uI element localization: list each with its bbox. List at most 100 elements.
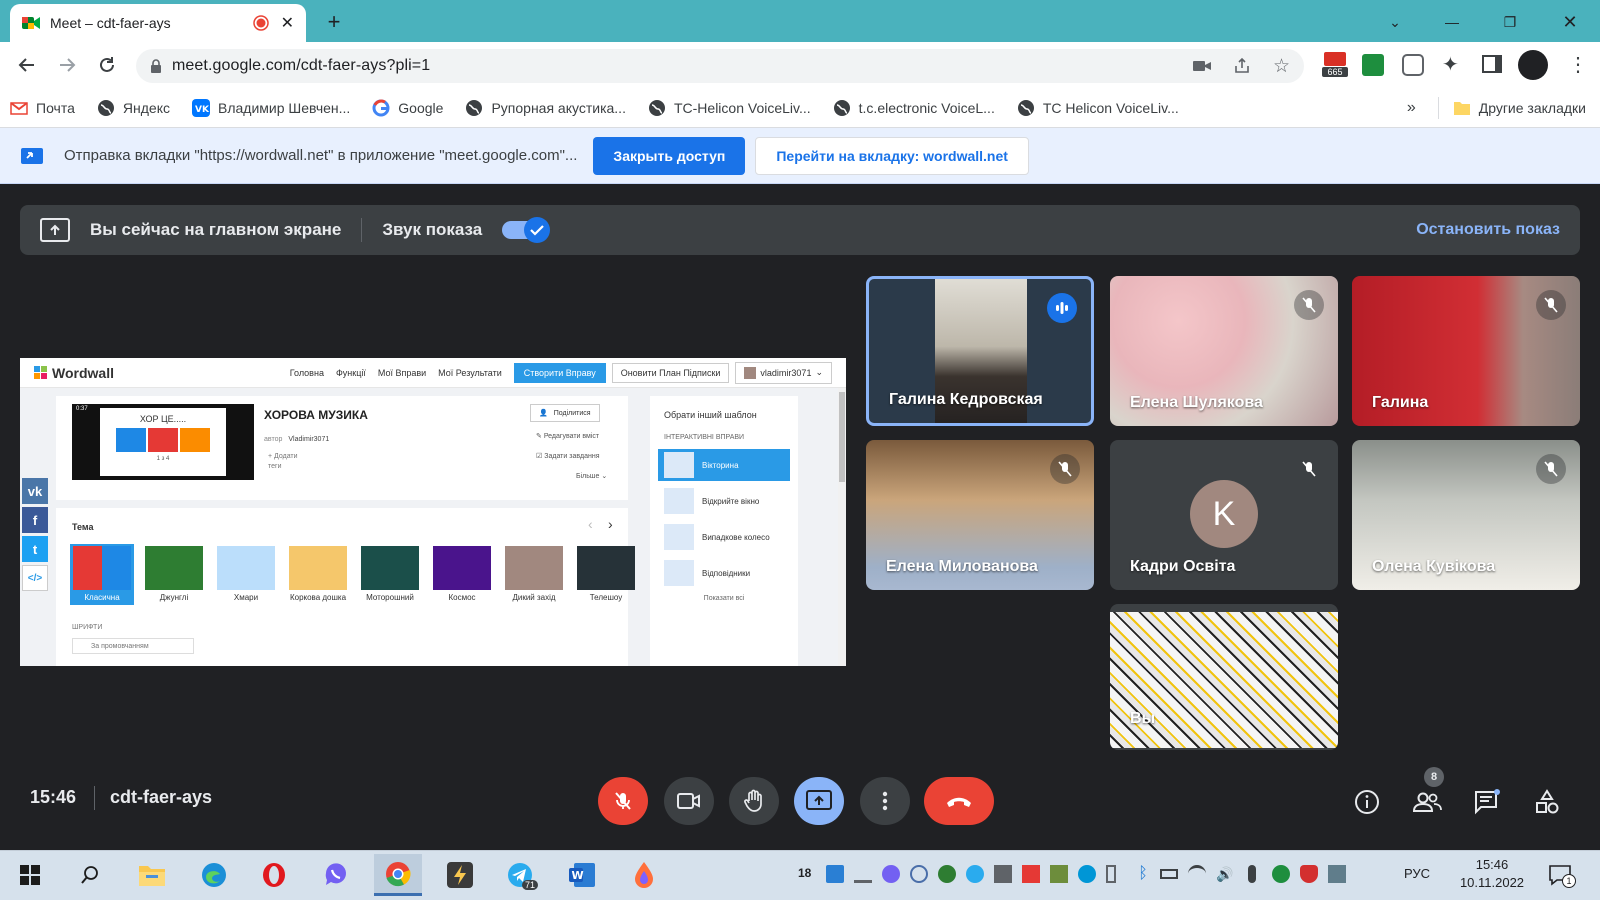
leave-call-button[interactable] bbox=[924, 777, 994, 825]
tray-mic-icon[interactable] bbox=[1248, 865, 1256, 883]
bookmark-vk[interactable]: VK Владимир Шевчен... bbox=[191, 98, 350, 117]
ww-user-menu[interactable]: vladimir3071 ⌄ bbox=[735, 361, 832, 384]
word-icon[interactable]: W bbox=[558, 854, 606, 896]
extensions-puzzle-icon[interactable]: ✦ bbox=[1442, 52, 1459, 77]
tray-vpn-icon[interactable] bbox=[1272, 865, 1290, 883]
embed-code-icon[interactable]: </> bbox=[22, 565, 48, 591]
stop-presenting-button[interactable]: Остановить показ bbox=[1416, 221, 1560, 239]
forward-icon[interactable] bbox=[56, 54, 78, 76]
template-matchup[interactable]: Відповідники bbox=[658, 557, 790, 589]
share-page-icon[interactable] bbox=[1233, 57, 1251, 75]
theme-space[interactable]: Космос bbox=[430, 546, 494, 602]
minimize-button[interactable]: — bbox=[1432, 8, 1472, 36]
add-tags-link[interactable]: + Додати теги bbox=[268, 452, 298, 472]
file-explorer-icon[interactable] bbox=[128, 854, 176, 896]
tray-chart-icon[interactable] bbox=[1050, 865, 1068, 883]
theme-spooky[interactable]: Моторошний bbox=[358, 546, 422, 602]
tray-app-icon[interactable] bbox=[826, 865, 844, 883]
bookmarks-overflow-button[interactable]: » bbox=[1407, 99, 1416, 117]
share-activity-button[interactable]: 👤 Поділитися bbox=[530, 404, 600, 422]
twitter-share-icon[interactable]: t bbox=[22, 536, 48, 562]
tray-usb-icon[interactable] bbox=[1106, 865, 1116, 883]
ww-nav-home[interactable]: Головна bbox=[290, 368, 324, 378]
edge-icon[interactable] bbox=[190, 854, 238, 896]
bookmark-yandex[interactable]: Яндекс bbox=[97, 99, 170, 117]
tray-calendar-badge[interactable]: 18 bbox=[798, 866, 811, 880]
notifications-icon[interactable]: 1 bbox=[1548, 864, 1576, 888]
tray-shield-icon[interactable] bbox=[1300, 865, 1318, 883]
ww-nav-my-activities[interactable]: Мої Вправи bbox=[378, 368, 426, 378]
tray-bluetooth-icon[interactable]: ᛒ bbox=[1134, 865, 1152, 883]
template-open-box[interactable]: Відкрийте вікно bbox=[658, 485, 790, 517]
ww-upgrade-button[interactable]: Оновити План Підписки bbox=[611, 362, 730, 383]
bookmark-tc-electronic[interactable]: t.c.electronic VoiceL... bbox=[833, 99, 995, 117]
more-options-button[interactable] bbox=[860, 777, 910, 825]
tray-battery-icon[interactable] bbox=[1160, 869, 1178, 879]
tray-network-share-icon[interactable] bbox=[854, 865, 872, 883]
ww-nav-features[interactable]: Функції bbox=[336, 368, 366, 378]
bookmark-horn-acoustics[interactable]: Рупорная акустика... bbox=[465, 99, 626, 117]
theme-next-icon[interactable]: › bbox=[608, 516, 613, 532]
goto-shared-tab-button[interactable]: Перейти на вкладку: wordwall.net bbox=[755, 136, 1029, 175]
tray-display-icon[interactable] bbox=[994, 865, 1012, 883]
bookmark-tc-helicon-1[interactable]: TC-Helicon VoiceLiv... bbox=[648, 99, 811, 117]
tab-meet[interactable]: Meet – cdt-faer-ays ✕ bbox=[10, 4, 306, 42]
lock-icon[interactable] bbox=[150, 59, 162, 73]
extension-counter-icon[interactable]: 665 bbox=[1322, 52, 1348, 82]
vk-share-icon[interactable]: vk bbox=[22, 478, 48, 504]
facebook-share-icon[interactable]: f bbox=[22, 507, 48, 533]
tray-wifi-icon[interactable] bbox=[1188, 865, 1206, 883]
edit-content-link[interactable]: ✎ Редагувати вміст bbox=[536, 432, 599, 440]
present-screen-button[interactable] bbox=[794, 777, 844, 825]
system-clock[interactable]: 15:46 10.11.2022 bbox=[1452, 856, 1532, 892]
bookmark-tc-helicon-2[interactable]: TC Helicon VoiceLiv... bbox=[1017, 99, 1179, 117]
meeting-info-button[interactable] bbox=[1350, 785, 1384, 819]
address-bar[interactable]: meet.google.com/cdt-faer-ays?pli=1 ☆ bbox=[136, 49, 1304, 83]
tray-hp-icon[interactable] bbox=[1078, 865, 1096, 883]
theme-clouds[interactable]: Хмари bbox=[214, 546, 278, 602]
activities-button[interactable] bbox=[1530, 785, 1564, 819]
side-panel-icon[interactable] bbox=[1482, 55, 1502, 73]
menu-kebab-icon[interactable]: ⋮ bbox=[1568, 52, 1588, 77]
bookmark-mail[interactable]: Почта bbox=[10, 100, 75, 116]
toggle-mic-button[interactable] bbox=[598, 777, 648, 825]
theme-jungle[interactable]: Джунглі bbox=[142, 546, 206, 602]
tray-antivirus-icon[interactable] bbox=[938, 865, 956, 883]
self-view-tile[interactable]: Вы bbox=[1110, 604, 1338, 750]
camera-in-use-icon[interactable] bbox=[1192, 59, 1211, 73]
show-all-templates-link[interactable]: Показати всі bbox=[650, 595, 798, 602]
toggle-camera-button[interactable] bbox=[664, 777, 714, 825]
shared-scrollbar[interactable] bbox=[838, 388, 846, 666]
tray-telegram-icon[interactable] bbox=[966, 865, 984, 883]
people-button[interactable]: 8 bbox=[1410, 767, 1444, 819]
other-bookmarks[interactable]: Другие закладки bbox=[1453, 100, 1586, 116]
theme-wild-west[interactable]: Дикий захід bbox=[502, 546, 566, 602]
participant-tile[interactable]: Галина bbox=[1352, 276, 1580, 426]
close-tab-icon[interactable]: ✕ bbox=[281, 13, 294, 33]
tray-tools-icon[interactable] bbox=[1328, 865, 1346, 883]
theme-prev-icon[interactable]: ‹ bbox=[588, 516, 593, 532]
theme-corkboard[interactable]: Коркова дошка bbox=[286, 546, 350, 602]
set-assignment-link[interactable]: ☑ Задати завдання bbox=[536, 452, 599, 460]
url-text[interactable]: meet.google.com/cdt-faer-ays?pli=1 bbox=[172, 57, 1193, 75]
theme-gameshow[interactable]: Телешоу bbox=[574, 546, 638, 602]
search-icon[interactable] bbox=[66, 854, 114, 896]
bookmark-star-icon[interactable]: ☆ bbox=[1273, 55, 1290, 78]
drop-app-icon[interactable] bbox=[620, 854, 668, 896]
font-select[interactable]: За промовчанням bbox=[72, 638, 194, 654]
template-quiz[interactable]: Вікторина bbox=[658, 449, 790, 481]
activity-thumbnail[interactable]: ХОР ЦЕ..... 1 з 4 0:37 bbox=[72, 404, 254, 480]
back-icon[interactable] bbox=[16, 54, 38, 76]
telegram-icon[interactable]: 71 bbox=[496, 854, 544, 896]
input-language-indicator[interactable]: РУС bbox=[1404, 866, 1430, 881]
new-tab-button[interactable]: + bbox=[320, 8, 348, 36]
chrome-taskbar-icon[interactable] bbox=[374, 854, 422, 896]
bookmark-google[interactable]: Google bbox=[372, 98, 443, 117]
tab-search-icon[interactable]: ⌄ bbox=[1375, 8, 1415, 36]
ww-create-activity-button[interactable]: Створити Вправу bbox=[513, 362, 606, 383]
tray-record-icon[interactable] bbox=[1022, 865, 1040, 883]
tray-volume-icon[interactable]: 🔊 bbox=[1216, 865, 1234, 883]
theme-classic[interactable]: Класична bbox=[70, 544, 134, 605]
ww-nav-my-results[interactable]: Мої Результати bbox=[438, 368, 502, 378]
restore-button[interactable]: ❐ bbox=[1490, 8, 1530, 36]
